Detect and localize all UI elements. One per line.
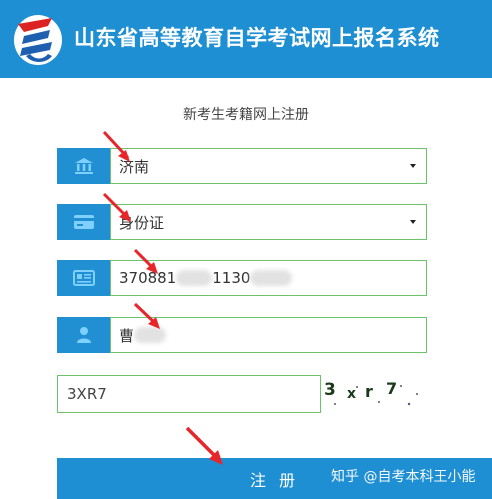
city-select[interactable]: 济南: [110, 148, 427, 184]
page-title: 新考生考籍网上注册: [183, 107, 309, 123]
red-arrow-icon: [102, 130, 130, 162]
red-arrow-icon: [133, 302, 160, 329]
name-row: 曹: [57, 317, 427, 353]
red-arrow-icon: [102, 192, 131, 222]
captcha-char: 3: [324, 380, 336, 400]
captcha-input-value: 3XR7: [67, 385, 107, 403]
captcha-char: x: [347, 386, 356, 402]
id-number-mid: 1130: [212, 269, 251, 287]
app-title: 山东省高等教育自学考试网上报名系统: [74, 26, 440, 50]
captcha-input[interactable]: 3XR7: [57, 375, 321, 413]
captcha-image[interactable]: 3 x r 7: [321, 374, 431, 410]
id-number-row: 370881 1130: [57, 260, 427, 296]
redacted-blur: [250, 270, 293, 286]
red-arrow-icon: [185, 426, 223, 465]
chevron-down-icon: [410, 164, 416, 168]
app-header: 山东省高等教育自学考试网上报名系统: [0, 0, 492, 78]
user-icon: [57, 317, 110, 353]
red-arrow-icon: [133, 248, 158, 274]
chevron-down-icon: [410, 220, 416, 224]
id-badge-icon: [57, 260, 110, 296]
captcha-char: 7: [386, 379, 397, 398]
id-type-select[interactable]: 身份证: [110, 204, 427, 240]
exam-system-logo-icon: [14, 15, 62, 65]
watermark-text: 知乎 @自考本科王小能: [331, 469, 476, 485]
captcha-char: r: [365, 382, 373, 401]
register-button-label: 注 册: [249, 470, 300, 490]
redacted-blur: [176, 270, 213, 286]
